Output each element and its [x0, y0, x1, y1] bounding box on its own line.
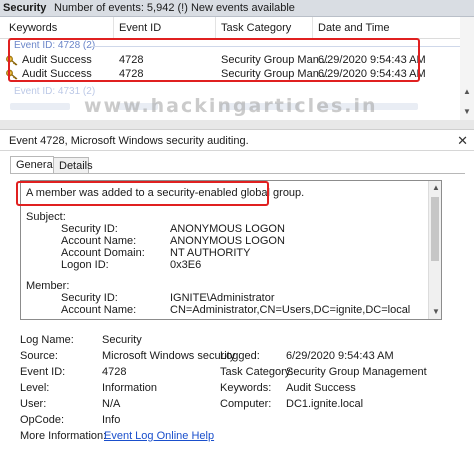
- prop-task-value: Security Group Management: [286, 366, 427, 378]
- table-row[interactable]: Audit Success 4728 Security Group Man...…: [0, 53, 474, 68]
- subject-key: Logon ID:: [61, 259, 109, 271]
- prop-opcode-value: Info: [102, 414, 121, 426]
- grid-scrollbar[interactable]: ▲ ▼: [460, 17, 474, 120]
- message-scrollbar[interactable]: ▲ ▼: [428, 181, 441, 319]
- event-message-box[interactable]: A member was added to a security-enabled…: [20, 180, 442, 320]
- column-keywords[interactable]: Keywords: [9, 22, 57, 34]
- subject-value: ANONYMOUS LOGON: [170, 223, 285, 235]
- prop-source-value: Microsoft Windows security: [102, 350, 236, 362]
- subject-value: 0x3E6: [170, 259, 202, 271]
- event-detail-title: Event 4728, Microsoft Windows security a…: [9, 135, 249, 147]
- tab-divider: [10, 173, 465, 174]
- prop-logged-value: 6/29/2020 9:54:43 AM: [286, 350, 394, 362]
- prop-log-name-value: Security: [102, 334, 142, 346]
- subject-key: Security ID:: [61, 223, 118, 235]
- scroll-thumb[interactable]: [431, 197, 439, 261]
- table-row[interactable]: Audit Success 4728 Security Group Man...…: [0, 67, 474, 82]
- scroll-up-icon[interactable]: ▲: [463, 87, 471, 96]
- key-icon: [6, 69, 18, 80]
- row-event-id: 4728: [119, 68, 144, 80]
- member-value: IGNITE\Administrator: [170, 292, 275, 304]
- prop-event-id-label: Event ID:: [20, 366, 66, 378]
- log-title: Security: [3, 2, 47, 14]
- tab-details[interactable]: Details: [53, 157, 93, 174]
- key-icon: [6, 55, 18, 66]
- prop-event-id-value: 4728: [102, 366, 127, 378]
- column-headers: Keywords Event ID Task Category Date and…: [0, 17, 474, 39]
- column-task-category[interactable]: Task Category: [221, 22, 291, 34]
- event-log-help-link[interactable]: Event Log Online Help: [104, 430, 214, 442]
- scroll-down-icon[interactable]: ▼: [463, 107, 471, 116]
- blurred-row: [10, 103, 70, 110]
- row-date-time: 6/29/2020 9:54:43 AM: [318, 54, 426, 66]
- log-header-bar: Security Number of events: 5,942 (!) New…: [0, 0, 474, 17]
- prop-level-label: Level:: [20, 382, 50, 394]
- prop-logged-label: Logged:: [220, 350, 260, 362]
- subject-key: Account Name:: [61, 235, 137, 247]
- row-task-category: Security Group Man...: [221, 68, 328, 80]
- subject-label: Subject:: [26, 211, 66, 223]
- column-event-id[interactable]: Event ID: [119, 22, 161, 34]
- close-icon[interactable]: ✕: [457, 133, 468, 149]
- prop-user-value: N/A: [102, 398, 121, 410]
- subject-key: Account Domain:: [61, 247, 145, 259]
- prop-level-value: Information: [102, 382, 158, 394]
- prop-keywords-value: Audit Success: [286, 382, 356, 394]
- pane-divider[interactable]: [0, 120, 474, 129]
- event-count[interactable]: Number of events: 5,942 (!) New events a…: [54, 2, 295, 14]
- scroll-up-icon[interactable]: ▲: [432, 183, 440, 192]
- message-summary: A member was added to a security-enabled…: [26, 187, 305, 199]
- subject-value: ANONYMOUS LOGON: [170, 235, 285, 247]
- column-date-time[interactable]: Date and Time: [318, 22, 390, 34]
- prop-user-label: User:: [20, 398, 47, 410]
- prop-task-label: Task Category:: [220, 366, 294, 378]
- member-key: Account Name:: [61, 304, 137, 316]
- prop-source-label: Source:: [20, 350, 58, 362]
- group-label: Event ID: 4728 (2): [14, 40, 96, 51]
- tab-general[interactable]: General: [10, 156, 55, 174]
- member-value: CN=Administrator,CN=Users,DC=ignite,DC=l…: [170, 304, 411, 316]
- row-task-category: Security Group Man...: [221, 54, 328, 66]
- prop-opcode-label: OpCode:: [20, 414, 65, 426]
- event-detail-header: Event 4728, Microsoft Windows security a…: [0, 129, 474, 151]
- member-label: Member:: [26, 280, 70, 292]
- prop-keywords-label: Keywords:: [220, 382, 272, 394]
- prop-computer-label: Computer:: [220, 398, 272, 410]
- group-label: Event ID: 4731 (2): [14, 86, 96, 97]
- row-keyword: Audit Success: [22, 54, 92, 66]
- prop-more-info-label: More Information:: [20, 430, 107, 442]
- prop-computer-value: DC1.ignite.local: [286, 398, 364, 410]
- watermark: www.hackingarticles.in: [84, 95, 378, 117]
- subject-value: NT AUTHORITY: [170, 247, 251, 259]
- row-date-time: 6/29/2020 9:54:43 AM: [318, 68, 426, 80]
- member-key: Security ID:: [61, 292, 118, 304]
- scroll-down-icon[interactable]: ▼: [432, 307, 440, 316]
- prop-log-name-label: Log Name:: [20, 334, 74, 346]
- row-event-id: 4728: [119, 54, 144, 66]
- group-header[interactable]: Event ID: 4728 (2): [0, 39, 474, 53]
- row-keyword: Audit Success: [22, 68, 92, 80]
